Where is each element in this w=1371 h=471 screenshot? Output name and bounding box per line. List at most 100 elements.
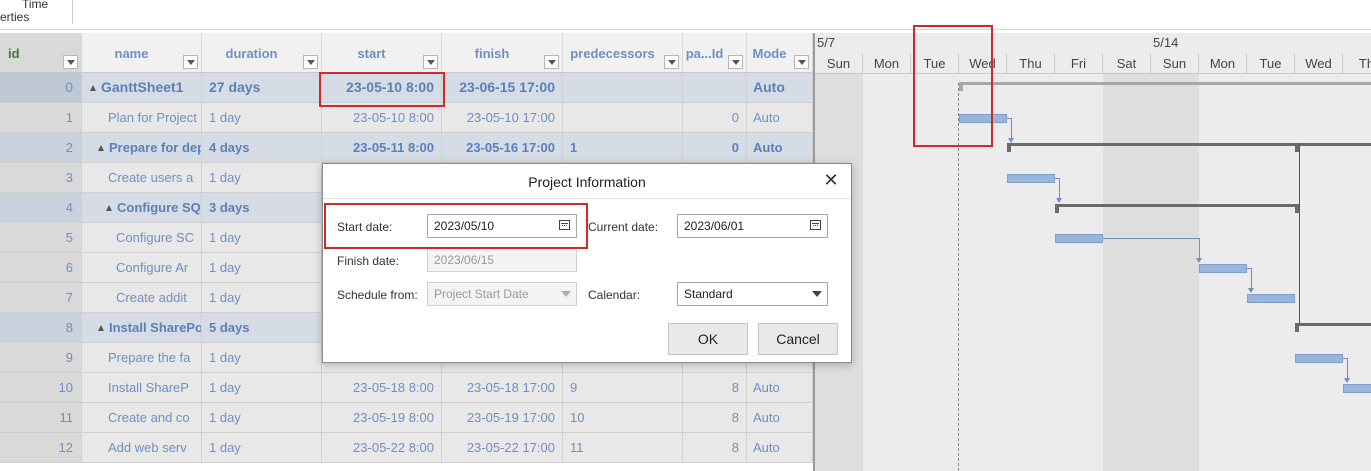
- calendar-select[interactable]: Standard: [677, 282, 828, 306]
- cell-duration[interactable]: 5 days: [202, 313, 322, 342]
- summary-bar[interactable]: [1055, 204, 1299, 207]
- cell-id[interactable]: 12: [0, 433, 82, 462]
- column-header-start[interactable]: start: [322, 33, 442, 73]
- cell-name[interactable]: Install ShareP: [82, 373, 202, 402]
- filter-dropdown-icon[interactable]: [664, 55, 679, 69]
- cell-name[interactable]: Install SharePo: [82, 313, 202, 342]
- column-header-parent-id[interactable]: pa...Id: [683, 33, 747, 73]
- task-bar[interactable]: [959, 114, 1007, 123]
- task-bar[interactable]: [1007, 174, 1055, 183]
- cell-duration[interactable]: 1 day: [202, 343, 322, 372]
- cancel-button[interactable]: Cancel: [758, 323, 838, 355]
- cell-parentId[interactable]: 0: [683, 133, 747, 162]
- cell-predecessors[interactable]: 11: [563, 433, 683, 462]
- cell-name[interactable]: Plan for Project: [82, 103, 202, 132]
- cell-predecessors[interactable]: 10: [563, 403, 683, 432]
- cell-name[interactable]: Configure SC: [82, 223, 202, 252]
- cell-duration[interactable]: 3 days: [202, 193, 322, 222]
- filter-dropdown-icon[interactable]: [63, 55, 78, 69]
- column-header-name[interactable]: name: [82, 33, 202, 73]
- cell-duration[interactable]: 1 day: [202, 433, 322, 462]
- calendar-icon[interactable]: [810, 220, 821, 230]
- cell-id[interactable]: 1: [0, 103, 82, 132]
- cell-name[interactable]: Configure Ar: [82, 253, 202, 282]
- cell-id[interactable]: 3: [0, 163, 82, 192]
- cell-id[interactable]: 8: [0, 313, 82, 342]
- cell-id[interactable]: 0: [0, 73, 82, 102]
- table-row[interactable]: 11 Create and co 1 day 23-05-19 8:00 23-05-1…: [0, 403, 813, 433]
- cell-name[interactable]: GanttSheet1: [82, 73, 202, 102]
- cell-mode[interactable]: Auto: [747, 133, 813, 162]
- filter-dropdown-icon[interactable]: [728, 55, 743, 69]
- cell-start[interactable]: 23-05-10 8:00: [322, 73, 442, 102]
- collapse-icon[interactable]: [98, 325, 104, 331]
- cell-finish[interactable]: 23-06-15 17:00: [442, 73, 563, 102]
- cell-mode[interactable]: Auto: [747, 73, 813, 102]
- cell-start[interactable]: 23-05-22 8:00: [322, 433, 442, 462]
- cell-duration[interactable]: 1 day: [202, 163, 322, 192]
- cell-duration[interactable]: 1 day: [202, 403, 322, 432]
- filter-dropdown-icon[interactable]: [794, 55, 809, 69]
- cell-start[interactable]: 23-05-10 8:00: [322, 103, 442, 132]
- cell-start[interactable]: 23-05-11 8:00: [322, 133, 442, 162]
- cell-id[interactable]: 4: [0, 193, 82, 222]
- cell-parentId[interactable]: 8: [683, 433, 747, 462]
- cell-name[interactable]: Create addit: [82, 283, 202, 312]
- collapse-icon[interactable]: [90, 85, 96, 91]
- task-bar[interactable]: [1295, 354, 1343, 363]
- filter-dropdown-icon[interactable]: [303, 55, 318, 69]
- summary-task-row[interactable]: 0 GanttSheet1 27 days 23-05-10 8:00 23-06-15…: [0, 73, 813, 103]
- summary-bar[interactable]: [1295, 323, 1371, 326]
- cell-id[interactable]: 9: [0, 343, 82, 372]
- collapse-icon[interactable]: [98, 145, 104, 151]
- column-header-id[interactable]: id: [0, 33, 82, 73]
- cell-duration[interactable]: 4 days: [202, 133, 322, 162]
- column-header-duration[interactable]: duration: [202, 33, 322, 73]
- ok-button[interactable]: OK: [668, 323, 748, 355]
- cell-name[interactable]: Create and co: [82, 403, 202, 432]
- filter-dropdown-icon[interactable]: [423, 55, 438, 69]
- filter-dropdown-icon[interactable]: [544, 55, 559, 69]
- summary-bar[interactable]: [1007, 143, 1371, 146]
- cell-parentId[interactable]: 8: [683, 403, 747, 432]
- task-bar[interactable]: [1247, 294, 1295, 303]
- ribbon-properties-label[interactable]: erties: [0, 11, 29, 23]
- cell-parentId[interactable]: 8: [683, 373, 747, 402]
- cell-start[interactable]: 23-05-19 8:00: [322, 403, 442, 432]
- collapse-icon[interactable]: [106, 205, 112, 211]
- cell-finish[interactable]: 23-05-22 17:00: [442, 433, 563, 462]
- current-date-field[interactable]: 2023/06/01: [677, 214, 828, 238]
- chevron-down-icon[interactable]: [807, 283, 827, 305]
- column-header-mode[interactable]: Mode: [747, 33, 813, 73]
- cell-name[interactable]: Add web serv: [82, 433, 202, 462]
- cell-id[interactable]: 5: [0, 223, 82, 252]
- cell-start[interactable]: 23-05-18 8:00: [322, 373, 442, 402]
- cell-predecessors[interactable]: 9: [563, 373, 683, 402]
- task-bar[interactable]: [1199, 264, 1247, 273]
- cell-id[interactable]: 2: [0, 133, 82, 162]
- cell-duration[interactable]: 1 day: [202, 223, 322, 252]
- cell-mode[interactable]: Auto: [747, 433, 813, 462]
- cell-duration[interactable]: 1 day: [202, 283, 322, 312]
- start-date-field[interactable]: 2023/05/10: [427, 214, 577, 238]
- cell-mode[interactable]: Auto: [747, 403, 813, 432]
- summary-task-row[interactable]: 2 Prepare for dep 4 days 23-05-11 8:00 23-05…: [0, 133, 813, 163]
- cell-id[interactable]: 10: [0, 373, 82, 402]
- column-header-finish[interactable]: finish: [442, 33, 563, 73]
- cell-mode[interactable]: Auto: [747, 103, 813, 132]
- cell-predecessors[interactable]: [563, 73, 683, 102]
- cell-id[interactable]: 7: [0, 283, 82, 312]
- cell-finish[interactable]: 23-05-16 17:00: [442, 133, 563, 162]
- cell-name[interactable]: Configure SQ: [82, 193, 202, 222]
- summary-bar[interactable]: [959, 82, 1371, 85]
- close-icon[interactable]: ✕: [823, 171, 839, 189]
- cell-duration[interactable]: 1 day: [202, 253, 322, 282]
- filter-dropdown-icon[interactable]: [183, 55, 198, 69]
- task-bar[interactable]: [1343, 384, 1371, 393]
- cell-parentId[interactable]: [683, 73, 747, 102]
- task-bar[interactable]: [1055, 234, 1103, 243]
- table-row[interactable]: 10 Install ShareP 1 day 23-05-18 8:00 23-05-…: [0, 373, 813, 403]
- cell-duration[interactable]: 27 days: [202, 73, 322, 102]
- calendar-icon[interactable]: [559, 220, 570, 230]
- cell-parentId[interactable]: 0: [683, 103, 747, 132]
